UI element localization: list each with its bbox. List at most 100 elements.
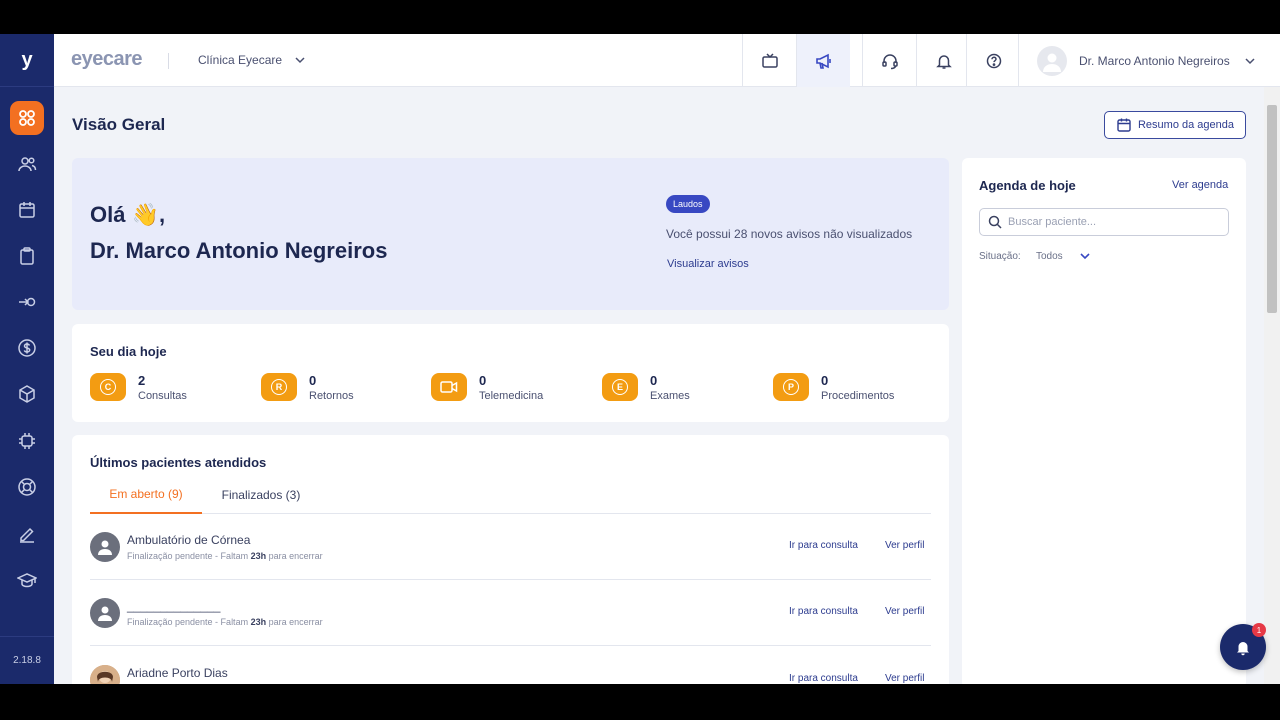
waving-hand-icon: 👋 xyxy=(131,203,159,228)
sidebar-item-dashboard[interactable] xyxy=(0,100,54,136)
notification-count-badge: 1 xyxy=(1252,623,1266,637)
sidebar-item-finance[interactable] xyxy=(0,330,54,366)
patient-status: Finalização pendente - Faltam 23h para e… xyxy=(127,551,323,561)
view-profile-link[interactable]: Ver perfil xyxy=(885,673,924,684)
chevron-down-icon xyxy=(1080,253,1090,260)
app-frame: y 2.18.8 eyecare Clínica Eyecare Dr. Mar… xyxy=(0,34,1280,684)
dollar-icon xyxy=(18,339,36,357)
agenda-summary-button[interactable]: Resumo da agenda xyxy=(1104,111,1246,139)
go-to-consultation-link[interactable]: Ir para consulta xyxy=(789,673,858,684)
stat-consultas[interactable]: C 2 Consultas xyxy=(90,373,187,402)
stat-exames[interactable]: E 0 Exames xyxy=(602,373,690,402)
notices-text: Você possui 28 novos avisos não visualiz… xyxy=(666,227,913,241)
stat-label: Retornos xyxy=(309,390,354,402)
header-divider xyxy=(168,53,169,69)
sidebar-item-chip[interactable] xyxy=(0,423,54,459)
floating-notifications-button[interactable]: 1 xyxy=(1220,623,1266,670)
tv-button[interactable] xyxy=(742,34,796,87)
user-icon xyxy=(1043,53,1061,72)
user-icon xyxy=(98,540,112,555)
view-agenda-link[interactable]: Ver agenda xyxy=(1172,179,1228,191)
sidebar-item-edit[interactable] xyxy=(0,516,54,552)
sidebar-item-box[interactable] xyxy=(0,376,54,412)
today-agenda-panel: Agenda de hoje Ver agenda Situação: Todo… xyxy=(962,158,1246,684)
support-button[interactable] xyxy=(862,34,916,87)
help-button[interactable] xyxy=(966,34,1020,87)
stat-label: Exames xyxy=(650,390,690,402)
stat-label: Procedimentos xyxy=(821,390,895,402)
tab-finalizados[interactable]: Finalizados (3) xyxy=(202,476,320,514)
sidebar-item-education[interactable] xyxy=(0,562,54,598)
sidebar-item-clipboard[interactable] xyxy=(0,238,54,274)
notifications-button[interactable] xyxy=(916,34,970,87)
today-summary-title: Seu dia hoje xyxy=(90,344,167,359)
stat-telemedicina[interactable]: 0 Telemedicina xyxy=(431,373,543,402)
tab-em-aberto[interactable]: Em aberto (9) xyxy=(90,476,202,514)
user-photo-icon xyxy=(90,665,120,684)
status-filter-label: Situação: xyxy=(979,251,1021,262)
clinic-selector[interactable]: Clínica Eyecare xyxy=(198,53,306,67)
stat-retornos[interactable]: R 0 Retornos xyxy=(261,373,354,402)
exames-icon: E xyxy=(602,373,638,401)
view-profile-link[interactable]: Ver perfil xyxy=(885,606,924,617)
megaphone-icon xyxy=(815,53,831,69)
clipboard-icon xyxy=(20,247,34,265)
laudos-badge: Laudos xyxy=(666,195,710,213)
page-scrollbar[interactable] xyxy=(1264,87,1280,684)
chip-icon xyxy=(19,433,35,449)
procedimentos-icon: P xyxy=(773,373,809,401)
patient-name: ______________ xyxy=(127,599,221,613)
go-to-consultation-link[interactable]: Ir para consulta xyxy=(789,540,858,551)
user-avatar xyxy=(1037,45,1067,76)
stat-value: 0 xyxy=(479,373,487,388)
sidebar-item-users[interactable] xyxy=(0,146,54,182)
stat-label: Telemedicina xyxy=(479,390,544,402)
consultas-icon: C xyxy=(90,373,126,401)
chevron-down-icon xyxy=(1245,57,1255,64)
table-row: Ambulatório de Córnea Finalização penden… xyxy=(90,514,931,580)
greeting-text: Olá xyxy=(90,202,126,227)
scrollbar-thumb[interactable] xyxy=(1267,105,1277,313)
view-notices-link[interactable]: Visualizar avisos xyxy=(667,258,749,270)
greeting-suffix: , xyxy=(159,202,166,227)
go-to-consultation-link[interactable]: Ir para consulta xyxy=(789,606,858,617)
recent-patients-title: Últimos pacientes atendidos xyxy=(90,455,267,470)
patient-name: Ambulatório de Córnea xyxy=(127,533,251,547)
user-menu[interactable]: Dr. Marco Antonio Negreiros xyxy=(1018,34,1280,87)
announcements-button[interactable] xyxy=(796,34,850,87)
stat-value: 0 xyxy=(821,373,829,388)
patient-name: Ariadne Porto Dias xyxy=(127,666,228,680)
stat-procedimentos[interactable]: P 0 Procedimentos xyxy=(773,373,894,402)
help-icon xyxy=(986,53,1001,68)
bell-icon xyxy=(1237,642,1249,656)
page-title: Visão Geral xyxy=(72,115,166,134)
patient-search-input[interactable] xyxy=(1008,216,1218,228)
patient-avatar xyxy=(90,598,120,628)
user-icon xyxy=(98,606,112,621)
login-icon xyxy=(19,297,36,307)
sidebar-item-support[interactable] xyxy=(0,469,54,505)
brand-logo[interactable]: eyecare xyxy=(71,48,143,71)
lifebuoy-icon xyxy=(18,478,36,496)
patient-avatar xyxy=(90,532,120,562)
agenda-title: Agenda de hoje xyxy=(979,178,1076,193)
dashboard-icon xyxy=(19,110,35,126)
video-camera-icon xyxy=(431,373,467,401)
box-icon xyxy=(19,385,35,403)
status-filter-value: Todos xyxy=(1036,250,1063,262)
stat-value: 0 xyxy=(309,373,317,388)
search-icon xyxy=(988,215,1002,229)
status-filter-select[interactable]: Todos xyxy=(1036,250,1091,262)
patient-status: Finalização pendente - Faltam 23h para e… xyxy=(127,617,323,627)
greeting: Olá 👋, xyxy=(90,202,165,228)
patient-search xyxy=(979,208,1229,236)
sidebar-item-calendar[interactable] xyxy=(0,192,54,228)
calendar-icon xyxy=(19,202,35,218)
users-icon xyxy=(18,157,37,172)
tv-icon xyxy=(761,52,778,68)
app-logo[interactable]: y xyxy=(0,34,54,87)
sidebar-item-login[interactable] xyxy=(0,284,54,320)
calendar-icon xyxy=(1117,118,1131,132)
view-profile-link[interactable]: Ver perfil xyxy=(885,540,924,551)
sidebar: y 2.18.8 xyxy=(0,34,54,684)
